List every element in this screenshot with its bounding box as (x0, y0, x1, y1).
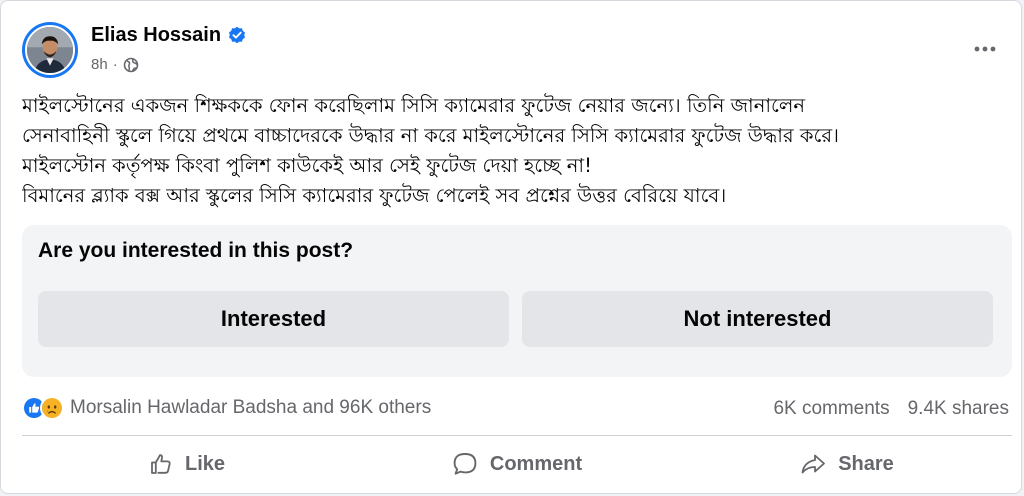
post-text: মাইলস্টোনের একজন শিক্ষককে ফোন করেছিলাম স… (22, 91, 1012, 211)
not-interested-button[interactable]: Not interested (522, 291, 993, 347)
post-text-line: বিমানের ব্ল্যাক বক্স আর স্কুলের সিসি ক্য… (22, 184, 727, 207)
post-text-line: মাইলস্টোনের একজন শিক্ষককে ফোন করেছিলাম স… (22, 94, 805, 117)
comment-icon (453, 453, 477, 475)
author-row: Elias Hossain (91, 23, 246, 47)
interest-survey: Are you interested in this post? Interes… (22, 225, 1012, 377)
reaction-icons (22, 396, 64, 420)
share-button[interactable]: Share (682, 441, 1012, 487)
author-name[interactable]: Elias Hossain (91, 23, 221, 47)
share-label: Share (838, 452, 894, 475)
meta-separator: · (112, 56, 118, 73)
like-button[interactable]: Like (22, 441, 352, 487)
globe-icon[interactable] (123, 57, 139, 73)
shares-count[interactable]: 9.4K shares (908, 398, 1009, 420)
comment-button[interactable]: Comment (352, 441, 682, 487)
divider (22, 435, 1012, 436)
avatar[interactable] (22, 22, 78, 78)
post-text-line: সেনাবাহিনী স্কুলে গিয়ে প্রথমে বাচ্চাদের… (22, 124, 840, 147)
comment-label: Comment (489, 452, 583, 475)
sad-reaction-icon (40, 396, 64, 420)
like-label: Like (184, 452, 226, 475)
thumbs-up-icon (151, 454, 171, 474)
reactions-summary[interactable]: Morsalin Hawladar Badsha and 96K others (22, 396, 431, 420)
interested-button[interactable]: Interested (38, 291, 509, 347)
avatar-image (25, 25, 75, 75)
more-options-icon[interactable] (973, 39, 997, 59)
verified-badge-icon (228, 26, 246, 44)
share-icon (801, 454, 826, 474)
post-time[interactable]: 8h (91, 56, 108, 73)
post-card: Elias Hossain 8h · মাইলস্টোনের একজন শিক্… (0, 0, 1022, 494)
engagement-counts: 6K comments 9.4K shares (773, 398, 1009, 420)
action-bar: Like Comment Share (22, 441, 1012, 487)
post-text-line: মাইলস্টোন কর্তৃপক্ষ কিংবা পুলিশ কাউকেই আ… (22, 154, 592, 177)
post-meta: 8h · (91, 56, 139, 73)
reactions-text: Morsalin Hawladar Badsha and 96K others (70, 397, 432, 418)
survey-question: Are you interested in this post? (38, 239, 354, 262)
comments-count[interactable]: 6K comments (773, 398, 889, 420)
